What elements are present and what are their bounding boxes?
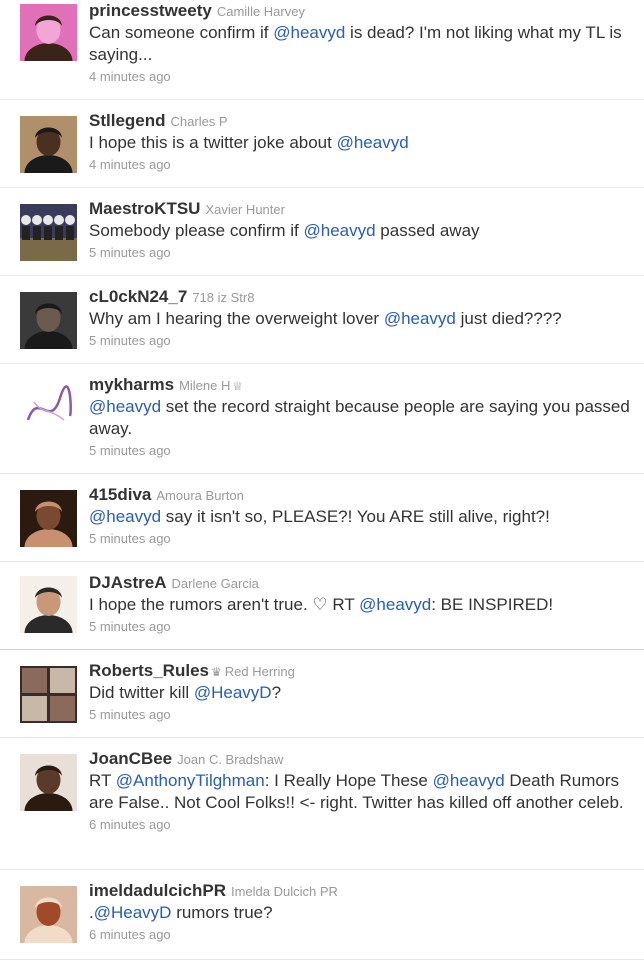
tweet-item: Roberts_Rules ♛ Red Herring Did twitter ki…	[0, 650, 644, 738]
avatar-photo-woman-posing-icon	[20, 576, 77, 633]
crown-badge-icon: ♕	[232, 379, 244, 393]
tweet-text: Can someone confirm if @heavyd is dead? …	[89, 23, 622, 64]
mention-link[interactable]: @HeavyD	[194, 683, 272, 702]
user-avatar[interactable]	[20, 754, 77, 811]
mention-link[interactable]: @heavyd	[433, 771, 505, 790]
username-link[interactable]: imeldadulcichPR	[89, 881, 226, 900]
user-avatar[interactable]	[20, 116, 77, 173]
tweet-item: cL0ckN24_7 718 iz Str8 Why am I hearing t…	[0, 276, 644, 364]
user-avatar[interactable]	[20, 490, 77, 547]
full-name: Charles P	[170, 114, 228, 129]
full-name: Milene H	[179, 378, 231, 393]
tweet-text: I hope the rumors aren't true. ♡ RT @hea…	[89, 595, 554, 614]
timestamp-link[interactable]: 5 minutes ago	[89, 529, 630, 549]
tweet-text: .@HeavyD rumors true?	[89, 903, 273, 922]
mention-link[interactable]: @heavyd	[337, 133, 409, 152]
avatar-photo-collage-icon	[20, 666, 77, 723]
avatar-photo-marching-band-icon	[20, 204, 77, 261]
tweet-text: I hope this is a twitter joke about @hea…	[89, 133, 409, 152]
username-link[interactable]: mykharms	[89, 375, 174, 394]
user-avatar[interactable]	[20, 576, 77, 633]
mention-link[interactable]: @heavyd	[273, 23, 345, 42]
user-avatar[interactable]	[20, 292, 77, 349]
avatar-photo-dark-couple-icon	[20, 292, 77, 349]
mention-link[interactable]: @heavyd	[384, 309, 456, 328]
username-link[interactable]: JoanCBee	[89, 749, 172, 768]
username-link[interactable]: DJAstreA	[89, 573, 166, 592]
avatar-script-logo-purple-icon	[20, 380, 77, 437]
timestamp-link[interactable]: 6 minutes ago	[89, 925, 630, 945]
full-name: Xavier Hunter	[205, 202, 285, 217]
mention-link[interactable]: @heavyd	[89, 507, 161, 526]
timestamp-link[interactable]: 5 minutes ago	[89, 331, 630, 351]
user-avatar[interactable]	[20, 204, 77, 261]
username-link[interactable]: MaestroKTSU	[89, 199, 200, 218]
tweet-item: JoanCBee Joan C. Bradshaw RT @AnthonyTilg…	[0, 738, 644, 870]
full-name: 718 iz Str8	[192, 290, 255, 305]
full-name: Amoura Burton	[156, 488, 244, 503]
timestamp-link[interactable]: 5 minutes ago	[89, 705, 630, 725]
tweet-item: princesstweety Camille Harvey Can someone…	[0, 0, 644, 100]
full-name: Red Herring	[224, 664, 295, 679]
tweet-text: @heavyd say it isn't so, PLEASE?! You AR…	[89, 507, 550, 526]
avatar-photo-woman-pink-icon	[20, 4, 77, 61]
mention-link[interactable]: @AnthonyTilghman	[116, 771, 265, 790]
tweet-text: Did twitter kill @HeavyD?	[89, 683, 282, 702]
full-name: Joan C. Bradshaw	[177, 752, 284, 767]
tweet-text: @heavyd set the record straight because …	[89, 397, 630, 438]
timestamp-link[interactable]: 6 minutes ago	[89, 815, 630, 835]
avatar-photo-woman-redhair-icon	[20, 886, 77, 943]
tweet-item: DJAstreA Darlene Garcia I hope the rumors…	[0, 562, 644, 650]
full-name: Darlene Garcia	[171, 576, 259, 591]
avatar-photo-woman-closeup-icon	[20, 490, 77, 547]
mention-link[interactable]: @HeavyD	[94, 903, 172, 922]
user-avatar[interactable]	[20, 4, 77, 61]
avatar-photo-woman-selfie-icon	[20, 754, 77, 811]
username-link[interactable]: cL0ckN24_7	[89, 287, 187, 306]
username-link[interactable]: Stllegend	[89, 111, 166, 130]
full-name: Imelda Dulcich PR	[230, 884, 338, 899]
mention-link[interactable]: @heavyd	[89, 397, 161, 416]
tweet-text: Somebody please confirm if @heavyd passe…	[89, 221, 480, 240]
user-avatar[interactable]	[20, 380, 77, 437]
crown-badge-icon: ♛	[210, 665, 222, 679]
timestamp-link[interactable]: 4 minutes ago	[89, 67, 630, 87]
mention-link[interactable]: @heavyd	[359, 595, 431, 614]
timestamp-link[interactable]: 5 minutes ago	[89, 617, 630, 637]
timestamp-link[interactable]: 4 minutes ago	[89, 155, 630, 175]
tweet-item: mykharms Milene H ♕ @heavyd set the record…	[0, 364, 644, 474]
tweet-text: Why am I hearing the overweight lover @h…	[89, 309, 562, 328]
avatar-photo-man-glasses-icon	[20, 116, 77, 173]
user-avatar[interactable]	[20, 666, 77, 723]
full-name: Camille Harvey	[216, 4, 305, 19]
username-link[interactable]: Roberts_Rules	[89, 661, 209, 680]
mention-link[interactable]: @heavyd	[304, 221, 376, 240]
username-link[interactable]: princesstweety	[89, 1, 212, 20]
tweet-item: 415diva Amoura Burton @heavyd say it isn'…	[0, 474, 644, 562]
tweet-item: MaestroKTSU Xavier Hunter Somebody please…	[0, 188, 644, 276]
tweet-item: imeldadulcichPR Imelda Dulcich PR .@Heavy…	[0, 870, 644, 960]
timestamp-link[interactable]: 5 minutes ago	[89, 243, 630, 263]
username-link[interactable]: 415diva	[89, 485, 151, 504]
tweet-item: Stllegend Charles P I hope this is a twit…	[0, 100, 644, 188]
tweet-text: RT @AnthonyTilghman: I Really Hope These…	[89, 771, 624, 812]
timestamp-link[interactable]: 5 minutes ago	[89, 441, 630, 461]
user-avatar[interactable]	[20, 886, 77, 943]
